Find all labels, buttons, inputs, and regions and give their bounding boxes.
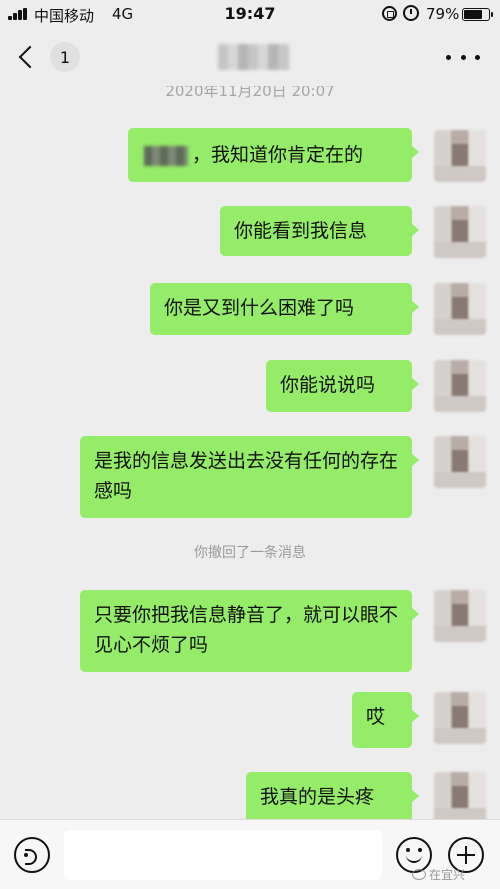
message-bubble[interactable]: 我真的是头疼 — [246, 772, 419, 819]
chat-message-list[interactable]: 2020年11月20日 20:07 ，我知道你肯定在的 你能看到我信息 你是又到… — [0, 86, 500, 819]
message-timestamp: 2020年11月20日 20:07 — [165, 86, 335, 100]
status-time: 19:47 — [224, 4, 276, 23]
avatar[interactable] — [434, 772, 486, 819]
status-bar: 中国移动 4G 19:47 79% — [0, 0, 500, 28]
message-input[interactable] — [64, 830, 382, 880]
unread-badge: 1 — [50, 42, 80, 72]
message-text: 哎 — [366, 706, 386, 728]
redacted-name — [144, 145, 188, 166]
avatar[interactable] — [434, 130, 486, 182]
avatar[interactable] — [434, 590, 486, 642]
orientation-lock-icon — [382, 6, 397, 21]
chevron-left-icon — [18, 45, 42, 69]
battery-icon — [462, 8, 493, 21]
avatar[interactable] — [434, 360, 486, 412]
chat-header: 1 — [0, 28, 500, 86]
watermark-text: 在宜兴 — [429, 868, 466, 882]
message-bubble[interactable]: 你能说说吗 — [266, 360, 419, 412]
recall-notice: 你撤回了一条消息 — [194, 545, 306, 561]
message-text: 你能看到我信息 — [234, 220, 368, 242]
avatar[interactable] — [434, 692, 486, 744]
message-text: 是我的信息发送出去没有任何的存在感吗 — [94, 450, 399, 502]
message-bubble[interactable]: 你是又到什么困难了吗 — [150, 283, 419, 335]
message-bubble[interactable]: 哎 — [352, 692, 419, 748]
message-text: 只要你把我信息静音了，就可以眼不见心不烦了吗 — [94, 604, 399, 656]
back-button[interactable]: 1 — [12, 38, 80, 76]
more-options-button[interactable] — [446, 50, 480, 64]
alarm-icon — [403, 5, 419, 21]
message-text: 我真的是头疼 — [260, 786, 375, 808]
message-text: ，我知道你肯定在的 — [192, 144, 364, 166]
message-bubble[interactable]: 你能看到我信息 — [220, 206, 419, 256]
message-text: 你能说说吗 — [280, 374, 376, 396]
dot-icon — [460, 54, 466, 60]
avatar[interactable] — [434, 436, 486, 488]
dot-icon — [475, 54, 480, 60]
message-bubble[interactable]: ，我知道你肯定在的 — [128, 128, 419, 182]
avatar[interactable] — [434, 206, 486, 258]
chat-title-blurred — [218, 44, 290, 70]
avatar[interactable] — [434, 283, 486, 335]
dot-icon — [446, 54, 451, 60]
voice-input-button[interactable] — [14, 837, 50, 873]
watermark: 在宜兴 — [412, 866, 465, 883]
battery-percent: 79% — [426, 5, 460, 23]
message-bubble[interactable]: 只要你把我信息静音了，就可以眼不见心不烦了吗 — [80, 590, 419, 672]
chat-bubble-icon — [412, 869, 426, 880]
battery-fill — [464, 10, 482, 19]
message-text: 你是又到什么困难了吗 — [164, 297, 355, 319]
message-bubble[interactable]: 是我的信息发送出去没有任何的存在感吗 — [80, 436, 419, 518]
